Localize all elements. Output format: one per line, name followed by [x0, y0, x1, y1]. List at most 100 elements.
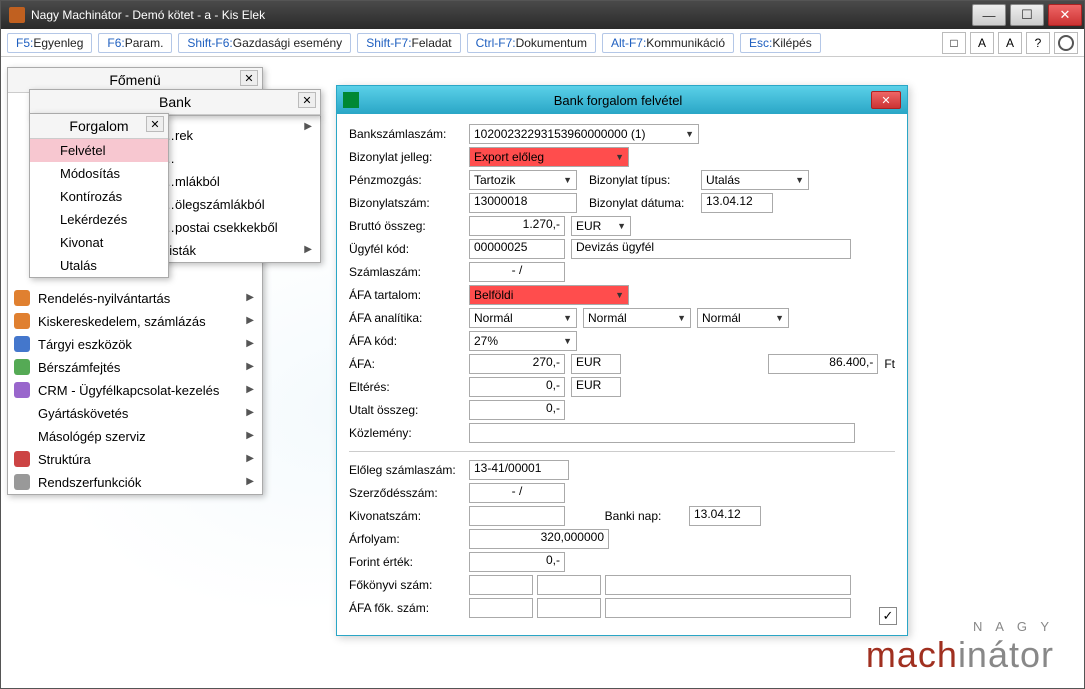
inp-fok3[interactable]: [605, 575, 851, 595]
main-menu-close-icon[interactable]: ✕: [240, 70, 258, 86]
payroll-icon: [14, 359, 30, 375]
tool-icon-2[interactable]: A: [970, 32, 994, 54]
lbl-forint: Forint érték:: [349, 555, 469, 569]
form-icon: [343, 92, 359, 108]
inp-afa[interactable]: 270,-: [469, 354, 565, 374]
structure-icon: [14, 451, 30, 467]
lbl-arfolyam: Árfolyam:: [349, 532, 469, 546]
inp-elteres-cur: EUR: [571, 377, 621, 397]
sel-afaanal1[interactable]: Normál: [469, 308, 577, 328]
logo: N A G Y machinátor: [866, 619, 1054, 676]
form-title: Bank forgalom felvétel: [365, 93, 871, 108]
inp-kivonat[interactable]: [469, 506, 565, 526]
inp-elteres[interactable]: 0,-: [469, 377, 565, 397]
inp-eloleg[interactable]: 13-41/00001: [469, 460, 569, 480]
inp-afafok3[interactable]: [605, 598, 851, 618]
sel-brutto-cur[interactable]: EUR: [571, 216, 631, 236]
inp-bankinap[interactable]: 13.04.12: [689, 506, 761, 526]
tb-dokumentum[interactable]: Ctrl-F7:Dokumentum: [467, 33, 596, 53]
lbl-afatartalom: ÁFA tartalom:: [349, 288, 469, 302]
forgalom-menu-close-icon[interactable]: ✕: [146, 116, 164, 132]
maximize-button[interactable]: ☐: [1010, 4, 1044, 26]
sel-bankszamla[interactable]: 10200232293153960000000 (1): [469, 124, 699, 144]
tb-param[interactable]: F6:Param.: [98, 33, 172, 53]
menu-item-crm[interactable]: CRM - Ügyfélkapcsolat-kezelés▶: [8, 379, 262, 402]
lbl-ugyfelkod: Ügyfél kód:: [349, 242, 469, 256]
tool-icon-circle[interactable]: [1054, 32, 1078, 54]
menu-item-rendszer[interactable]: Rendszerfunkciók▶: [8, 471, 262, 494]
bank-menu-close-icon[interactable]: ✕: [298, 92, 316, 108]
sel-afaanal2[interactable]: Normál: [583, 308, 691, 328]
forgalom-menu-title: Forgalom ✕: [30, 114, 168, 139]
form-window: Bank forgalom felvétel ✕ Bankszámlaszám:…: [336, 85, 908, 636]
menu-item-targyi[interactable]: Tárgyi eszközök▶: [8, 333, 262, 356]
forgalom-felvetel[interactable]: Felvétel: [30, 139, 168, 162]
inp-brutto[interactable]: 1.270,-: [469, 216, 565, 236]
menu-item-kisker[interactable]: Kiskereskedelem, számlázás▶: [8, 310, 262, 333]
sel-bizjelleg[interactable]: Export előleg: [469, 147, 629, 167]
tool-icon-1[interactable]: □: [942, 32, 966, 54]
lbl-afafok: ÁFA fők. szám:: [349, 601, 469, 615]
asset-icon: [14, 336, 30, 352]
bank-menu-title: Bank ✕: [30, 90, 320, 115]
lbl-afakod: ÁFA kód:: [349, 334, 469, 348]
inp-afafok1[interactable]: [469, 598, 533, 618]
bank-menu: Bank ✕: [29, 89, 321, 116]
inp-afa-huf[interactable]: 86.400,-: [768, 354, 878, 374]
forgalom-kontirozas[interactable]: Kontírozás: [30, 185, 168, 208]
lbl-bankszamla: Bankszámlaszám:: [349, 127, 469, 141]
inp-fok2[interactable]: [537, 575, 601, 595]
lbl-afaanalitika: ÁFA analítika:: [349, 311, 469, 325]
tb-feladat[interactable]: Shift-F7:Feladat: [357, 33, 460, 53]
tb-kommunikacio[interactable]: Alt-F7:Kommunikáció: [602, 33, 734, 53]
lbl-elteres: Eltérés:: [349, 380, 469, 394]
menu-item-struktura[interactable]: Struktúra▶: [8, 448, 262, 471]
menu-item-ber[interactable]: Bérszámfejtés▶: [8, 356, 262, 379]
box-icon: [14, 290, 30, 306]
lbl-szerzodes: Szerződésszám:: [349, 486, 469, 500]
window-title: Nagy Machinátor - Demó kötet - a - Kis E…: [31, 8, 265, 22]
sel-biztipus[interactable]: Utalás: [701, 170, 809, 190]
sel-penzmozgas[interactable]: Tartozik: [469, 170, 577, 190]
inp-kozlemeny[interactable]: [469, 423, 855, 443]
inp-ugyfelkod[interactable]: 00000025: [469, 239, 565, 259]
inp-szerzodes[interactable]: - /: [469, 483, 565, 503]
inp-szamlaszam[interactable]: - /: [469, 262, 565, 282]
forgalom-kivonat[interactable]: Kivonat: [30, 231, 168, 254]
forgalom-modositas[interactable]: Módosítás: [30, 162, 168, 185]
tb-kilepes[interactable]: Esc:Kilépés: [740, 33, 821, 53]
lbl-kivonat: Kivonatszám:: [349, 509, 469, 523]
gear-icon: [14, 474, 30, 490]
sel-afaanal3[interactable]: Normál: [697, 308, 789, 328]
lbl-bizdatum: Bizonylat dátuma:: [589, 196, 701, 210]
inp-afafok2[interactable]: [537, 598, 601, 618]
lbl-bizszam: Bizonylatszám:: [349, 196, 469, 210]
inp-afa-cur: EUR: [571, 354, 621, 374]
inp-arfolyam[interactable]: 320,000000: [469, 529, 609, 549]
inp-ugyfelnev[interactable]: Devizás ügyfél: [571, 239, 851, 259]
close-button[interactable]: ✕: [1048, 4, 1082, 26]
cart-icon: [14, 313, 30, 329]
forgalom-utalas[interactable]: Utalás: [30, 254, 168, 277]
forgalom-lekerdezes[interactable]: Lekérdezés: [30, 208, 168, 231]
inp-forint[interactable]: 0,-: [469, 552, 565, 572]
tb-egyenleg[interactable]: F5:Egyenleg: [7, 33, 92, 53]
minimize-button[interactable]: —: [972, 4, 1006, 26]
lbl-kozlemeny: Közlemény:: [349, 426, 469, 440]
inp-bizszam[interactable]: 13000018: [469, 193, 577, 213]
form-close-button[interactable]: ✕: [871, 91, 901, 109]
sel-afatartalom[interactable]: Belföldi: [469, 285, 629, 305]
lbl-bizjelleg: Bizonylat jelleg:: [349, 150, 469, 164]
inp-bizdatum[interactable]: 13.04.12: [701, 193, 773, 213]
menu-item-masologep[interactable]: Másológép szerviz▶: [8, 425, 262, 448]
sel-afakod[interactable]: 27%: [469, 331, 577, 351]
menu-item-gyartas[interactable]: Gyártáskövetés▶: [8, 402, 262, 425]
tool-icon-help[interactable]: ?: [1026, 32, 1050, 54]
menu-item-rendeles[interactable]: Rendelés-nyilvántartás▶: [8, 287, 262, 310]
lbl-utalt: Utalt összeg:: [349, 403, 469, 417]
tool-icon-3[interactable]: A: [998, 32, 1022, 54]
inp-utalt[interactable]: 0,-: [469, 400, 565, 420]
inp-fok1[interactable]: [469, 575, 533, 595]
tb-gazdasagi[interactable]: Shift-F6:Gazdasági esemény: [178, 33, 351, 53]
titlebar: Nagy Machinátor - Demó kötet - a - Kis E…: [1, 1, 1084, 29]
